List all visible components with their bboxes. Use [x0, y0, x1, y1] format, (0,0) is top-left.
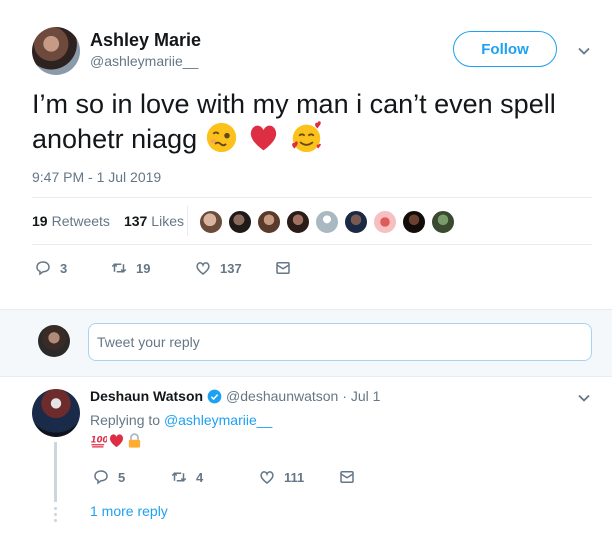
current-user-avatar	[38, 325, 70, 357]
reply-count: 3	[60, 260, 68, 276]
reply-composer: Tweet your reply	[0, 309, 612, 377]
thread-dot	[54, 519, 57, 522]
like-action[interactable]: 137	[194, 259, 274, 277]
chevron-down-icon[interactable]	[578, 45, 590, 57]
liker-avatar[interactable]	[257, 210, 281, 234]
reply-retweet-action[interactable]: 4	[170, 468, 258, 486]
reply-action[interactable]: 3	[34, 259, 110, 277]
reply-direct-message-action[interactable]	[338, 468, 356, 486]
hundred-points-icon: 100	[91, 436, 107, 448]
thread-line	[54, 442, 57, 502]
tweet-actions: 3 19 137	[34, 259, 292, 277]
reply-author-avatar[interactable]	[32, 389, 80, 437]
reply-date[interactable]: · Jul 1	[342, 388, 380, 404]
red-heart-icon	[109, 434, 124, 448]
divider	[32, 244, 592, 245]
liker-avatar[interactable]	[431, 210, 455, 234]
retweet-action[interactable]: 19	[110, 259, 194, 277]
reply-like-action[interactable]: 111	[258, 468, 338, 486]
reply-like-count: 111	[284, 469, 305, 485]
author-handle[interactable]: @ashleymariie__	[90, 53, 198, 69]
retweet-icon	[171, 472, 187, 482]
reply-actions: 5 4 111	[92, 468, 356, 486]
tweet-stats: 19 Retweets 137 Likes	[32, 213, 198, 229]
divider	[32, 197, 592, 198]
retweet-icon	[111, 263, 127, 273]
author-name[interactable]: Ashley Marie	[90, 30, 201, 51]
mail-icon	[340, 471, 354, 483]
tweet-timestamp[interactable]: 9:47 PM - 1 Jul 2019	[32, 169, 161, 185]
liker-avatar[interactable]	[402, 210, 426, 234]
red-heart-icon	[251, 125, 277, 151]
reply-reply-count: 5	[118, 469, 126, 485]
likes-label: Likes	[151, 213, 184, 229]
svg-text:100: 100	[91, 436, 107, 446]
liker-avatar[interactable]	[228, 210, 252, 234]
locked-icon	[128, 433, 141, 448]
heart-icon	[260, 471, 274, 484]
author-avatar[interactable]	[32, 27, 80, 75]
reply-icon	[94, 470, 108, 485]
replying-to: Replying to @ashleymariie__	[90, 412, 272, 428]
tweet-text: I’m so in love with my man i can’t even …	[32, 88, 592, 156]
retweets-stat[interactable]: 19 Retweets	[32, 213, 110, 229]
reply-author-name[interactable]: Deshaun Watson	[90, 388, 203, 404]
heart-icon	[196, 262, 210, 275]
replying-to-link[interactable]: @ashleymariie__	[164, 412, 272, 428]
reply-header: Deshaun Watson @deshaunwatson · Jul 1	[90, 388, 380, 404]
default-avatar-icon[interactable]	[315, 210, 339, 234]
chevron-down-icon[interactable]	[578, 392, 590, 404]
reply-text: 100	[90, 432, 144, 449]
thread-dot	[54, 507, 57, 510]
verified-badge-icon	[207, 389, 222, 403]
likes-count: 137	[123, 213, 148, 229]
reply-author-handle[interactable]: @deshaunwatson	[226, 388, 338, 404]
like-count: 137	[220, 260, 242, 276]
smiling-face-with-hearts-icon	[291, 121, 321, 153]
follow-button[interactable]: Follow	[453, 31, 557, 67]
retweets-count: 19	[32, 213, 48, 229]
retweets-label: Retweets	[51, 213, 110, 229]
likes-stat[interactable]: 137 Likes	[124, 213, 184, 229]
mail-icon	[276, 262, 290, 274]
thread-dot	[54, 513, 57, 516]
reply-reply-action[interactable]: 5	[92, 468, 170, 486]
more-replies-link[interactable]: 1 more reply	[90, 503, 168, 519]
reply-retweet-count: 4	[196, 469, 204, 485]
replying-prefix: Replying to	[90, 412, 161, 428]
liker-avatar[interactable]	[199, 210, 223, 234]
retweet-count: 19	[136, 260, 151, 276]
liker-avatar[interactable]	[344, 210, 368, 234]
reply-input[interactable]: Tweet your reply	[88, 323, 592, 361]
stats-separator	[187, 206, 188, 236]
woozy-face-icon	[206, 122, 236, 153]
reply-icon	[36, 261, 50, 276]
direct-message-action[interactable]	[274, 259, 292, 277]
liker-avatar[interactable]	[373, 210, 397, 234]
liker-avatar[interactable]	[286, 210, 310, 234]
